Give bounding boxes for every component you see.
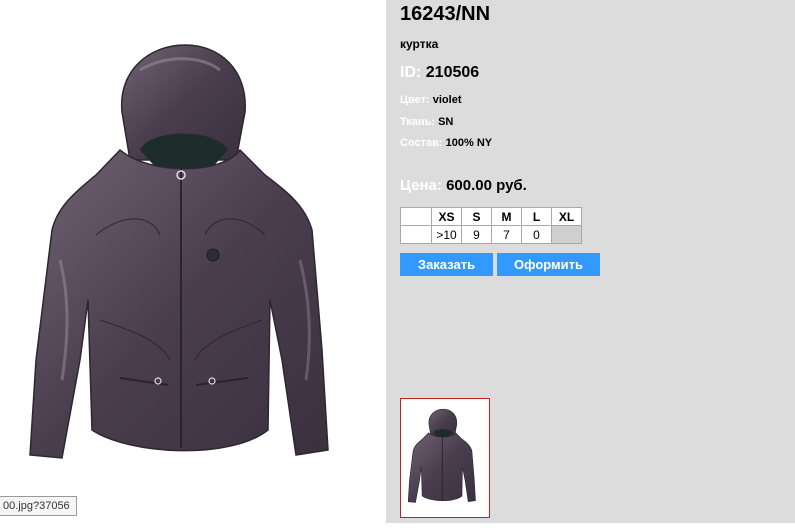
size-stock-xs[interactable]: >10: [431, 225, 462, 244]
size-stock-m[interactable]: 7: [491, 225, 522, 244]
price-label: Цена:: [400, 177, 442, 194]
product-subtitle: куртка: [400, 37, 439, 51]
size-header-row: XS S M L XL: [400, 207, 582, 226]
color-label: Цвет:: [400, 94, 430, 106]
fabric-label: Ткань:: [400, 116, 435, 128]
price-value: 600.00 руб.: [446, 177, 527, 194]
product-details-panel: 16243/NN куртка ID: 210506 Цвет: violet …: [386, 0, 795, 523]
price-row: Цена: 600.00 руб.: [400, 177, 527, 194]
size-header-blank: [400, 207, 432, 226]
product-image-panel: 00.jpg?37056: [0, 0, 386, 523]
size-header-l: L: [521, 207, 552, 226]
size-stock-xl: [551, 225, 582, 244]
size-header-m: M: [491, 207, 522, 226]
color-value: violet: [432, 94, 462, 106]
composition-label: Состав:: [400, 137, 443, 149]
thumbnail-image: [407, 408, 476, 503]
id-value: 210506: [425, 64, 480, 81]
color-row: Цвет: violet: [400, 94, 461, 106]
composition-row: Состав: 100% NY: [400, 137, 492, 149]
product-sku: 16243/NN: [400, 3, 491, 25]
id-label: ID:: [400, 64, 422, 81]
status-bar-url: 00.jpg?37056: [0, 496, 77, 516]
size-header-xs: XS: [431, 207, 462, 226]
checkout-button[interactable]: Оформить: [497, 253, 600, 276]
composition-value: 100% NY: [445, 137, 493, 149]
product-id-row: ID: 210506: [400, 64, 479, 82]
product-main-image[interactable]: [0, 0, 386, 523]
size-stock-blank: [400, 225, 432, 244]
size-stock-l[interactable]: 0: [521, 225, 552, 244]
fabric-value: SN: [438, 116, 454, 128]
size-table: XS S M L XL >10 9 7 0: [400, 207, 582, 244]
size-header-xl: XL: [551, 207, 582, 226]
size-stock-s[interactable]: 9: [461, 225, 492, 244]
fabric-row: Ткань: SN: [400, 116, 453, 128]
size-header-s: S: [461, 207, 492, 226]
order-button[interactable]: Заказать: [400, 253, 493, 276]
size-stock-row: >10 9 7 0: [400, 225, 582, 244]
product-thumbnail[interactable]: [400, 398, 490, 518]
